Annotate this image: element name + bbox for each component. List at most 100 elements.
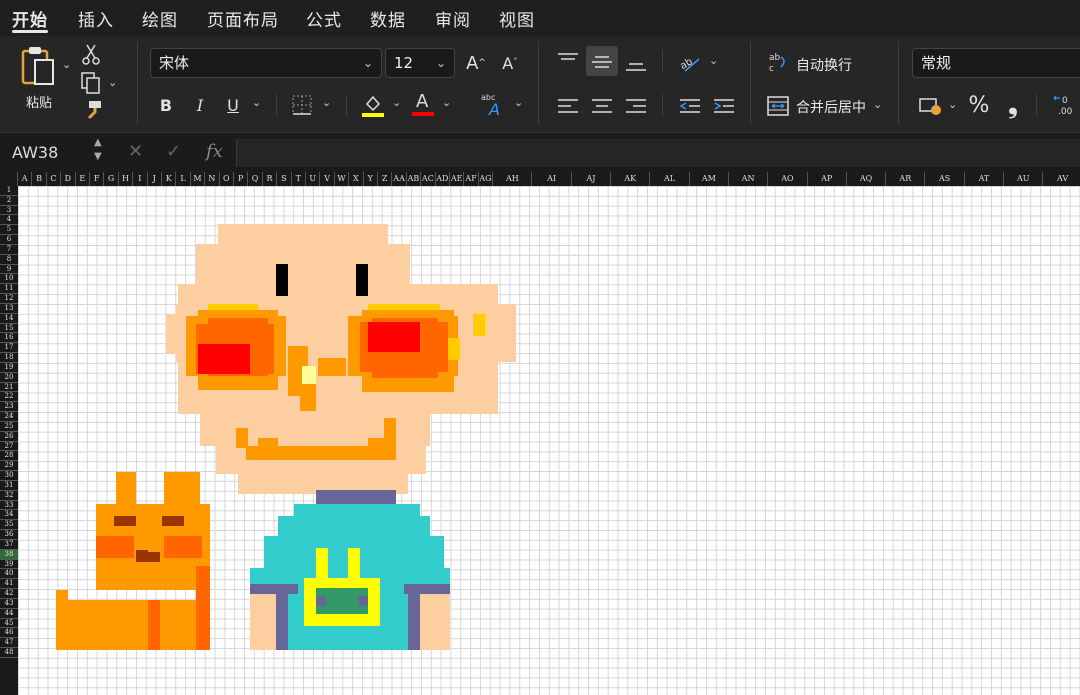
comma-style-button[interactable]: ❟	[1002, 91, 1024, 119]
column-header[interactable]: AV	[1043, 172, 1080, 186]
cancel-icon[interactable]: ✕	[128, 141, 143, 162]
row-header[interactable]: 25	[0, 422, 18, 432]
column-header[interactable]: X	[349, 172, 364, 186]
filled-cell-block[interactable]	[196, 566, 210, 650]
column-header[interactable]: U	[306, 172, 321, 186]
row-header[interactable]: 45	[0, 619, 18, 629]
row-header[interactable]: 36	[0, 530, 18, 540]
row-header[interactable]: 13	[0, 304, 18, 314]
tab-draw[interactable]: 绘图	[142, 6, 178, 31]
confirm-icon[interactable]: ✓	[166, 141, 181, 162]
column-header[interactable]: T	[292, 172, 306, 186]
row-header[interactable]: 35	[0, 520, 18, 531]
merge-center-icon[interactable]	[766, 94, 790, 118]
tab-formulas[interactable]: 公式	[306, 6, 342, 31]
copy-icon[interactable]	[80, 72, 102, 94]
filled-cell-block[interactable]	[408, 594, 420, 650]
wrap-text-button[interactable]: 自动换行	[796, 55, 852, 75]
row-header[interactable]: 14	[0, 314, 18, 324]
row-header[interactable]: 22	[0, 392, 18, 403]
filled-cell-block[interactable]	[356, 264, 368, 296]
column-header[interactable]: AL	[650, 172, 690, 186]
filled-cell-block[interactable]	[316, 548, 328, 578]
column-header[interactable]: AE	[450, 172, 465, 186]
accounting-dropdown-chevron-icon[interactable]: ⌄	[948, 98, 957, 111]
filled-cell-block[interactable]	[258, 438, 278, 450]
column-header[interactable]: F	[90, 172, 105, 186]
column-header[interactable]: O	[220, 172, 234, 186]
column-header[interactable]: W	[335, 172, 350, 186]
row-header[interactable]: 1	[0, 186, 18, 196]
row-header[interactable]: 30	[0, 471, 18, 481]
row-header[interactable]: 12	[0, 294, 18, 304]
column-header[interactable]: Z	[378, 172, 393, 186]
orientation-dropdown-chevron-icon[interactable]: ⌄	[709, 54, 718, 67]
row-header[interactable]: 20	[0, 373, 18, 383]
column-header[interactable]: B	[32, 172, 47, 186]
filled-cell-block[interactable]	[148, 600, 160, 650]
column-header[interactable]: M	[191, 172, 206, 186]
align-left-icon[interactable]	[556, 94, 580, 118]
row-header[interactable]: 43	[0, 599, 18, 609]
column-header[interactable]: V	[320, 172, 335, 186]
wrap-text-icon[interactable]: ab c	[766, 50, 790, 74]
select-all-corner[interactable]	[0, 172, 18, 186]
font-color-dropdown-chevron-icon[interactable]: ⌄	[442, 96, 451, 109]
orientation-icon[interactable]: ab	[678, 50, 702, 74]
row-header[interactable]: 6	[0, 235, 18, 245]
bold-button[interactable]: B	[155, 94, 177, 116]
row-header[interactable]: 47	[0, 638, 18, 648]
column-header[interactable]: R	[263, 172, 278, 186]
row-header[interactable]: 10	[0, 274, 18, 285]
column-header[interactable]: AK	[611, 172, 651, 186]
increase-font-size-button[interactable]: A ^	[464, 52, 488, 74]
filled-cell-block[interactable]	[276, 264, 288, 296]
filled-cell-block[interactable]	[418, 594, 450, 650]
filled-cell-block[interactable]	[294, 504, 420, 516]
number-format-select[interactable]: 常规	[912, 48, 1080, 78]
column-header[interactable]: AC	[421, 172, 436, 186]
filled-cell-block[interactable]	[316, 490, 396, 504]
column-header[interactable]: Y	[364, 172, 378, 186]
accounting-format-icon[interactable]	[918, 94, 944, 118]
filled-cell-block[interactable]	[164, 472, 200, 506]
filled-cell-block[interactable]	[448, 338, 460, 360]
align-top-icon[interactable]	[556, 48, 580, 72]
name-box-up-arrow-icon[interactable]: ▲	[94, 137, 102, 148]
align-center-icon[interactable]	[590, 94, 614, 118]
percent-style-button[interactable]: %	[966, 92, 992, 118]
column-header[interactable]: AO	[768, 172, 808, 186]
font-name-select[interactable]: 宋体 ⌄	[150, 48, 382, 78]
row-header[interactable]: 3	[0, 206, 18, 216]
column-header[interactable]: AF	[464, 172, 479, 186]
filled-cell-block[interactable]	[368, 322, 420, 352]
filled-cell-block[interactable]	[162, 516, 184, 526]
row-header[interactable]: 5	[0, 225, 18, 236]
row-header[interactable]: 2	[0, 196, 18, 206]
column-header[interactable]: Q	[248, 172, 263, 186]
filled-cell-block[interactable]	[318, 358, 346, 376]
column-header[interactable]: AR	[886, 172, 926, 186]
row-header[interactable]: 7	[0, 245, 18, 255]
column-header[interactable]: AD	[436, 172, 450, 186]
row-header[interactable]: 40	[0, 569, 18, 580]
phonetic-guide-icon[interactable]: abc A	[480, 92, 506, 119]
row-header[interactable]: 26	[0, 432, 18, 442]
row-header[interactable]: 39	[0, 560, 18, 570]
tab-insert[interactable]: 插入	[78, 6, 114, 31]
row-header[interactable]: 34	[0, 510, 18, 521]
column-header[interactable]: A	[18, 172, 33, 186]
column-header[interactable]: S	[277, 172, 292, 186]
borders-dropdown-chevron-icon[interactable]: ⌄	[322, 96, 331, 109]
align-middle-icon[interactable]	[586, 46, 618, 76]
column-header[interactable]: I	[133, 172, 148, 186]
phonetic-dropdown-chevron-icon[interactable]: ⌄	[514, 96, 523, 109]
increase-decimal-icon[interactable]: 0.00	[1052, 92, 1080, 118]
row-header[interactable]: 11	[0, 284, 18, 295]
row-header[interactable]: 24	[0, 412, 18, 422]
column-header[interactable]: AM	[690, 172, 729, 186]
column-header[interactable]: AU	[1004, 172, 1044, 186]
row-header[interactable]: 44	[0, 609, 18, 619]
filled-cell-block[interactable]	[348, 548, 360, 578]
decrease-font-size-button[interactable]: Aˇ	[498, 52, 522, 74]
